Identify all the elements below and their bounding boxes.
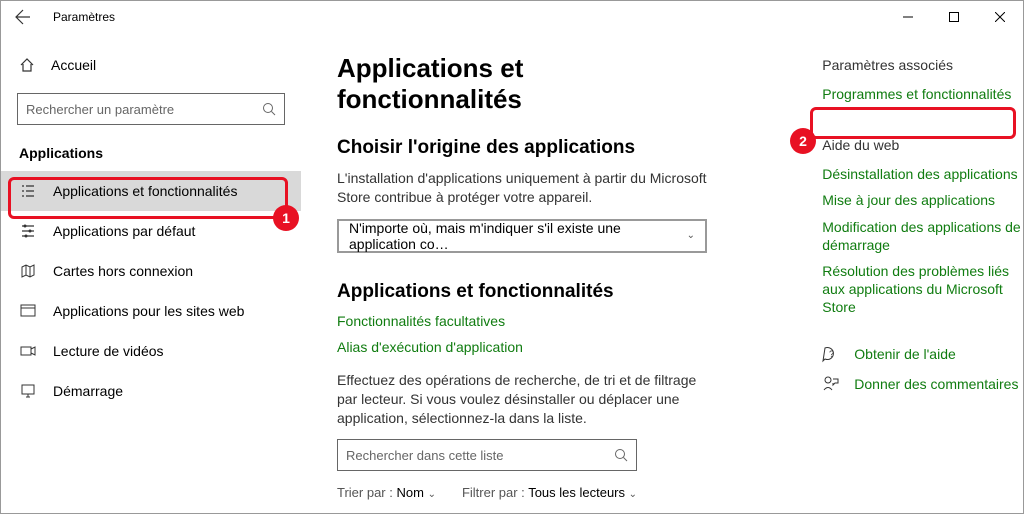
origin-heading: Choisir l'origine des applications (337, 137, 712, 159)
webhelp-link[interactable]: Résolution des problèmes liés aux applic… (822, 262, 1023, 317)
feedback-icon (822, 375, 842, 393)
sidebar-item-label: Applications par défaut (53, 223, 195, 239)
sort-by[interactable]: Trier par : Nom ⌄ (337, 485, 436, 500)
execution-alias-link[interactable]: Alias d'exécution d'application (337, 339, 712, 355)
svg-text:?: ? (829, 349, 834, 359)
get-help-link[interactable]: ? Obtenir de l'aide (822, 345, 1023, 363)
apps-count: 180 application(s) trouvée(s) (337, 512, 712, 513)
sidebar-item-offline-maps[interactable]: Cartes hors connexion (1, 251, 301, 291)
chevron-down-icon: ⌄ (687, 230, 695, 241)
chevron-down-icon: ⌄ (428, 489, 436, 500)
webhelp-header: Aide du web (822, 137, 1023, 153)
page-title: Applications et fonctionnalités (337, 53, 712, 115)
apps-description: Effectuez des opérations de recherche, d… (337, 371, 712, 428)
search-input[interactable]: Rechercher un paramètre (17, 93, 285, 125)
chevron-down-icon: ⌄ (629, 489, 637, 500)
sidebar-item-startup[interactable]: Démarrage (1, 371, 301, 411)
sidebar-item-label: Applications pour les sites web (53, 303, 244, 319)
combo-value: N'importe où, mais m'indiquer s'il exist… (349, 220, 687, 252)
list-icon (19, 182, 37, 200)
apps-search-placeholder: Rechercher dans cette liste (346, 448, 504, 463)
origin-combobox[interactable]: N'importe où, mais m'indiquer s'il exist… (337, 219, 707, 253)
right-pane: Paramètres associés Programmes et foncti… (822, 53, 1023, 513)
maximize-button[interactable] (931, 1, 977, 33)
filter-by[interactable]: Filtrer par : Tous les lecteurs ⌄ (462, 485, 637, 500)
sidebar-item-label: Applications et fonctionnalités (53, 183, 237, 199)
titlebar: Paramètres (1, 1, 1023, 33)
search-icon (262, 102, 276, 116)
sidebar-home[interactable]: Accueil (1, 45, 301, 85)
minimize-button[interactable] (885, 1, 931, 33)
sidebar-home-label: Accueil (51, 57, 96, 73)
sidebar-item-label: Démarrage (53, 383, 123, 399)
defaults-icon (19, 222, 37, 240)
webhelp-link[interactable]: Mise à jour des applications (822, 191, 1023, 209)
map-icon (19, 262, 37, 280)
sidebar-item-video[interactable]: Lecture de vidéos (1, 331, 301, 371)
search-icon (614, 448, 628, 462)
sidebar-section-header: Applications (1, 139, 301, 171)
webhelp-link[interactable]: Désinstallation des applications (822, 165, 1023, 183)
home-icon (19, 57, 35, 73)
sidebar-item-label: Lecture de vidéos (53, 343, 164, 359)
apps-heading: Applications et fonctionnalités (337, 281, 712, 303)
origin-description: L'installation d'applications uniquement… (337, 169, 712, 207)
sidebar-item-default-apps[interactable]: Applications par défaut (1, 211, 301, 251)
webhelp-link[interactable]: Modification des applications de démarra… (822, 218, 1023, 254)
video-icon (19, 342, 37, 360)
programs-features-link[interactable]: Programmes et fonctionnalités (822, 85, 1023, 103)
feedback-link[interactable]: Donner des commentaires (822, 375, 1023, 393)
sidebar-item-apps-features[interactable]: Applications et fonctionnalités (1, 171, 301, 211)
sidebar-item-apps-websites[interactable]: Applications pour les sites web (1, 291, 301, 331)
optional-features-link[interactable]: Fonctionnalités facultatives (337, 313, 712, 329)
back-button[interactable] (1, 1, 45, 33)
apps-search-input[interactable]: Rechercher dans cette liste (337, 439, 637, 471)
sidebar-item-label: Cartes hors connexion (53, 263, 193, 279)
startup-icon (19, 382, 37, 400)
help-icon: ? (822, 345, 842, 363)
search-placeholder: Rechercher un paramètre (26, 102, 174, 117)
website-icon (19, 302, 37, 320)
sidebar: Accueil Rechercher un paramètre Applicat… (1, 33, 301, 513)
window-title: Paramètres (53, 10, 115, 24)
main-content: Applications et fonctionnalités Choisir … (301, 33, 1023, 513)
close-button[interactable] (977, 1, 1023, 33)
related-header: Paramètres associés (822, 57, 1023, 73)
